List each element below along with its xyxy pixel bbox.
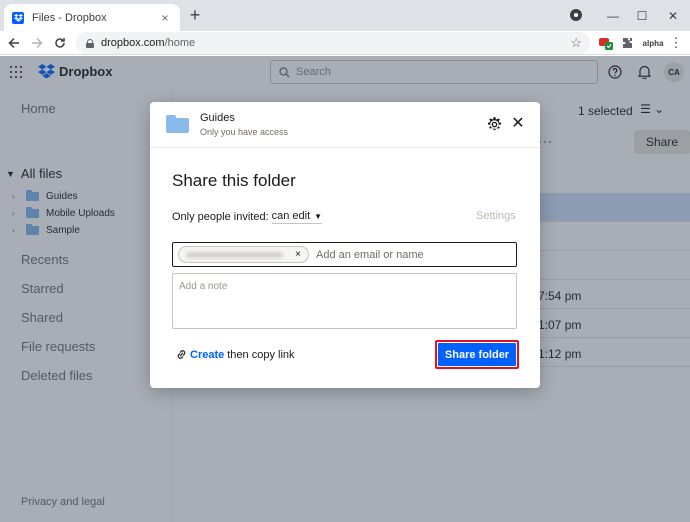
permission-dropdown[interactable]: can edit ▼ <box>271 210 323 224</box>
browser-tab-strip: Files - Dropbox × + — ☐ ✕ <box>0 0 690 31</box>
extension-badge-icon[interactable] <box>598 36 614 50</box>
modal-folder-name: Guides <box>200 112 235 124</box>
create-link-suffix: then copy link <box>227 348 295 361</box>
invite-placeholder: Add an email or name <box>316 248 424 261</box>
recipient-chip: × <box>178 246 309 263</box>
back-arrow-icon[interactable] <box>4 33 24 53</box>
url-text: dropbox.com/home <box>101 37 196 49</box>
alpha-extension-icon[interactable]: alpha <box>641 36 665 50</box>
window-close-button[interactable]: ✕ <box>658 0 688 31</box>
permission-label: Only people invited: <box>172 211 269 223</box>
folder-icon <box>166 115 189 133</box>
bookmark-star-icon[interactable]: ☆ <box>570 35 582 51</box>
forward-arrow-icon[interactable] <box>27 33 47 53</box>
browser-menu-icon[interactable]: ⋮ <box>670 35 683 50</box>
tab-close-icon[interactable]: × <box>158 11 172 25</box>
browser-toolbar: dropbox.com/home ☆ alpha ⋮ <box>0 31 690 55</box>
share-folder-button[interactable]: Share folder <box>438 343 516 366</box>
minimize-button[interactable]: — <box>598 0 628 31</box>
share-folder-highlight: Share folder <box>435 340 519 369</box>
note-placeholder: Add a note <box>179 281 228 292</box>
note-textarea[interactable]: Add a note <box>172 273 517 329</box>
address-bar[interactable]: dropbox.com/home ☆ <box>76 32 590 54</box>
maximize-button[interactable]: ☐ <box>627 0 657 31</box>
new-tab-button[interactable]: + <box>186 6 204 24</box>
browser-tab[interactable]: Files - Dropbox × <box>4 4 180 31</box>
dropbox-favicon-icon <box>12 11 24 24</box>
share-folder-modal: Guides Only you have access ✕ Share this… <box>150 102 540 388</box>
permission-row: Only people invited: can edit ▼ <box>172 210 323 224</box>
reload-icon[interactable] <box>50 33 70 53</box>
extensions-puzzle-icon[interactable] <box>620 36 636 50</box>
modal-folder-access: Only you have access <box>200 127 289 137</box>
modal-header: Guides Only you have access ✕ <box>150 102 540 148</box>
modal-title: Share this folder <box>172 171 296 190</box>
permission-value: can edit <box>271 210 311 222</box>
tab-title: Files - Dropbox <box>32 11 107 24</box>
lock-icon <box>86 38 94 48</box>
create-link-button[interactable]: Create <box>190 349 224 361</box>
create-link-row: Create then copy link <box>177 348 295 361</box>
redacted-email <box>186 251 283 258</box>
link-icon <box>177 350 186 359</box>
chip-remove-icon[interactable]: × <box>295 249 301 260</box>
chevron-down-icon: ▼ <box>314 211 323 221</box>
profile-icon[interactable] <box>570 9 582 21</box>
invite-input[interactable]: × Add an email or name <box>172 242 517 267</box>
settings-link[interactable]: Settings <box>476 210 516 222</box>
close-icon[interactable]: ✕ <box>510 116 526 132</box>
gear-icon[interactable] <box>487 117 503 133</box>
